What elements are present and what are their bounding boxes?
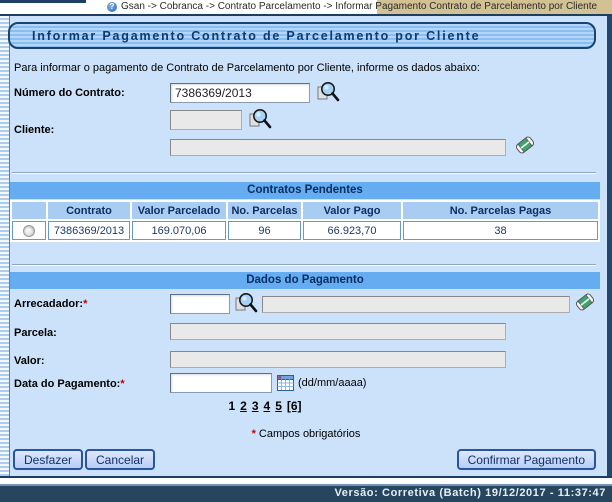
- confirm-payment-button[interactable]: Confirmar Pagamento: [457, 449, 596, 470]
- column-header-radio: [12, 202, 46, 219]
- contract-number-input[interactable]: [170, 83, 310, 103]
- amount-label: Valor:: [14, 355, 45, 367]
- cancel-button[interactable]: Cancelar: [85, 449, 155, 470]
- main-content: Informar Pagamento Contrato de Parcelame…: [0, 16, 612, 478]
- amount-input: [170, 351, 506, 368]
- pagination-current: 1: [228, 399, 235, 413]
- gsan-window: ? Gsan -> Cobranca -> Contrato Parcelame…: [0, 0, 612, 502]
- pending-contracts-table: Contrato Valor Parcelado No. Parcelas Va…: [10, 200, 600, 242]
- eraser-icon[interactable]: [574, 291, 596, 313]
- contract-number-label: Número do Contrato:: [14, 87, 125, 99]
- required-fields-note: * Campos obrigatórios: [0, 428, 612, 440]
- collector-name-input: [262, 296, 570, 313]
- cell-parcelas-pagas: 38: [403, 221, 598, 240]
- column-header-valor-pago: Valor Pago: [303, 202, 401, 219]
- pagination-link[interactable]: 3: [252, 399, 259, 413]
- right-edge-decoration: [607, 16, 612, 476]
- client-label: Cliente:: [14, 124, 54, 136]
- top-left-edge: [0, 0, 86, 3]
- pending-contract-radio[interactable]: [23, 225, 35, 237]
- page-title-bar: Informar Pagamento Contrato de Parcelame…: [8, 22, 596, 49]
- table-row: 7386369/2013 169.070,06 96 66.923,70 38: [12, 221, 598, 240]
- breadcrumb-bar: ? Gsan -> Cobranca -> Contrato Parcelame…: [0, 0, 612, 16]
- search-icon[interactable]: [316, 80, 340, 104]
- cell-no-parcelas: 96: [228, 221, 301, 240]
- separator: [12, 172, 596, 174]
- separator: [12, 264, 596, 266]
- eraser-icon[interactable]: [514, 134, 536, 156]
- pagination-link[interactable]: [6]: [287, 399, 302, 413]
- undo-button[interactable]: Desfazer: [13, 449, 83, 470]
- installment-input: [170, 323, 506, 340]
- column-header-parcelas-pagas: No. Parcelas Pagas: [403, 202, 598, 219]
- cell-valor-parcelado: 169.070,06: [132, 221, 226, 240]
- payment-date-label: Data do Pagamento:*: [14, 378, 125, 390]
- client-name-input: [170, 139, 506, 156]
- cell-valor-pago: 66.923,70: [303, 221, 401, 240]
- search-icon[interactable]: [234, 291, 258, 315]
- client-code-input: [170, 110, 242, 130]
- pagination: 12345 [6]: [150, 399, 380, 413]
- cell-contrato: 7386369/2013: [48, 221, 130, 240]
- payment-date-input[interactable]: [170, 373, 272, 393]
- required-marker: *: [120, 378, 124, 390]
- installment-label: Parcela:: [14, 327, 57, 339]
- help-icon[interactable]: ?: [107, 2, 117, 12]
- version-footer: Versão: Corretiva (Batch) 19/12/2017 - 1…: [0, 484, 612, 502]
- radio-cell: [12, 221, 46, 240]
- column-header-valor-parcelado: Valor Parcelado: [132, 202, 226, 219]
- calendar-icon[interactable]: [277, 375, 294, 391]
- collector-label: Arrecadador:*: [14, 298, 87, 310]
- search-icon[interactable]: [248, 107, 272, 131]
- payment-section-header: Dados do Pagamento: [10, 272, 600, 289]
- column-header-contrato: Contrato: [48, 202, 130, 219]
- breadcrumb[interactable]: Gsan -> Cobranca -> Contrato Parcelament…: [121, 1, 597, 12]
- table-header-row: Contrato Valor Parcelado No. Parcelas Va…: [12, 202, 598, 219]
- instruction-text: Para informar o pagamento de Contrato de…: [14, 62, 480, 74]
- left-ridge-decoration: [0, 16, 10, 476]
- required-marker: *: [252, 428, 256, 440]
- collector-code-input[interactable]: [170, 294, 230, 314]
- page-title: Informar Pagamento Contrato de Parcelame…: [32, 29, 480, 43]
- pagination-link[interactable]: 4: [264, 399, 271, 413]
- date-format-hint: (dd/mm/aaaa): [298, 377, 366, 389]
- pagination-link[interactable]: 5: [275, 399, 282, 413]
- required-marker: *: [83, 298, 87, 310]
- column-header-no-parcelas: No. Parcelas: [228, 202, 301, 219]
- pending-contracts-header: Contratos Pendentes: [10, 182, 600, 199]
- version-text: Versão: Corretiva (Batch) 19/12/2017 - 1…: [334, 487, 606, 499]
- pagination-link[interactable]: 2: [240, 399, 247, 413]
